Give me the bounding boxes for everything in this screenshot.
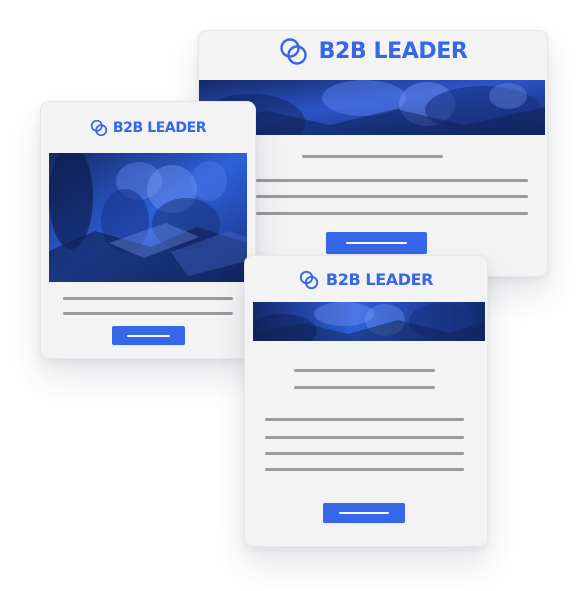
email-template-card-left: B2B LEADER: [40, 101, 256, 359]
email-template-mockups: B2B LEADER B2B LEADER B2B LEADER: [0, 0, 576, 591]
hero-image-left: [49, 153, 247, 282]
brand-name: B2B LEADER: [318, 39, 468, 64]
content-line-front-4: [265, 436, 464, 439]
brand-logo-left: B2B LEADER: [41, 119, 255, 137]
cta-button-front[interactable]: [323, 503, 405, 523]
brand-name: B2B LEADER: [112, 120, 207, 136]
overlapping-circles-icon: [90, 119, 108, 137]
brand-logo-front: B2B LEADER: [245, 270, 487, 290]
content-line-front-1: [294, 369, 435, 372]
content-line-back-2: [256, 179, 528, 182]
cta-button-back[interactable]: [326, 232, 427, 254]
content-line-front-2: [294, 386, 435, 389]
email-template-card-front: B2B LEADER: [244, 255, 488, 547]
content-line-back-4: [256, 212, 528, 215]
content-line-back-3: [256, 195, 528, 198]
content-line-front-3: [265, 418, 464, 421]
brand-name: B2B LEADER: [325, 270, 434, 289]
cta-button-left[interactable]: [112, 326, 185, 345]
content-line-left-1: [63, 297, 233, 300]
overlapping-circles-icon: [279, 37, 309, 67]
content-line-back-1: [302, 155, 443, 158]
hero-image-front: [253, 302, 485, 341]
brand-logo-back: B2B LEADER: [199, 38, 547, 66]
overlapping-circles-icon: [299, 270, 319, 290]
content-line-left-2: [63, 312, 233, 315]
content-line-front-5: [265, 452, 464, 455]
content-line-front-6: [265, 468, 464, 471]
